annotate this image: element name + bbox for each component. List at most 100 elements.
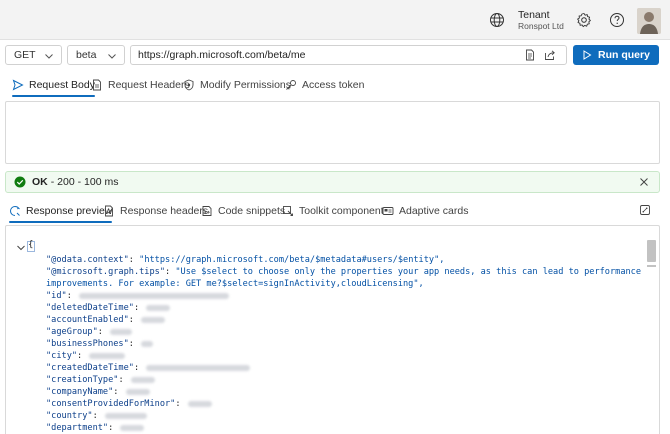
json-line: "department": [46,422,145,434]
json-key: "department" [46,423,109,433]
chevron-down-icon [45,54,53,59]
redacted-value [110,328,133,335]
json-key: "consentProvidedForMinor" [46,399,176,409]
preview-icon [9,205,20,216]
redacted-value [89,352,126,359]
tab-modify-permissions[interactable]: Modify Permissions [183,76,291,94]
check-circle-icon [14,176,26,188]
tab-label: Access token [302,79,365,91]
json-line: "businessPhones": [46,338,154,350]
play-icon [583,50,592,60]
expand-icon[interactable] [639,204,651,216]
redacted-value [187,400,212,407]
json-key: "id" [46,291,67,301]
response-preview-panel[interactable]: { "@odata.context": "https://graph.micro… [5,225,660,434]
scrollbar-thumb[interactable] [647,240,656,262]
tab-label: Request Body [29,79,95,91]
status-detail: - 200 - 100 ms [50,176,119,188]
redacted-value [146,304,171,311]
tab-code-snippets[interactable]: Code snippets [201,202,285,220]
tenant-name: Ronspot Ltd [518,21,564,31]
toolkit-icon [283,206,293,216]
json-line: "@odata.context": "https://graph.microso… [46,255,445,265]
active-tab-indicator [9,221,113,223]
tab-label: Modify Permissions [200,79,292,91]
redacted-value [104,412,147,419]
tab-adaptive-cards[interactable]: Adaptive cards [382,202,468,220]
globe-icon [490,13,504,27]
document-icon [93,79,101,91]
json-value: improvements. For example: GET me?$selec… [46,279,424,289]
method-value: GET [14,49,36,61]
tab-label: Code snippets [218,205,286,217]
json-key: "@odata.context" [46,255,129,265]
json-key: "city" [46,351,78,361]
json-line: "@microsoft.graph.tips": "Use $select to… [46,267,642,277]
json-key: "creationType" [46,375,119,385]
method-select[interactable]: GET [5,45,62,65]
tab-access-token[interactable]: Access token [285,76,364,94]
user-photo-icon [637,8,661,34]
chevron-down-icon [108,54,116,59]
shield-icon [184,79,194,91]
redacted-value [141,340,154,347]
top-bar: Tenant Ronspot Ltd [0,0,670,40]
json-key: "country" [46,411,93,421]
tab-request-headers[interactable]: Request Headers [91,76,190,94]
scrollbar-marker [647,265,656,267]
version-value: beta [76,49,97,61]
redacted-value [120,424,145,431]
tab-label: Toolkit component [299,205,384,217]
help-icon[interactable] [609,12,625,28]
redacted-value [125,388,150,395]
redacted-value [130,376,155,383]
tab-toolkit-component[interactable]: Toolkit component [282,202,384,220]
url-value: https://graph.microsoft.com/beta/me [138,49,306,61]
json-line: "creationType": [46,374,155,386]
redacted-value [146,364,251,371]
redacted-value [79,292,230,299]
version-select[interactable]: beta [67,45,125,65]
tab-label: Request Headers [108,79,190,91]
json-line: "id": [46,290,230,302]
json-line: "accountEnabled": [46,314,166,326]
tenant-switcher[interactable]: Tenant Ronspot Ltd [518,9,564,32]
gear-icon[interactable] [576,12,592,28]
code-icon [202,206,212,216]
avatar[interactable] [637,8,661,34]
json-key: "companyName" [46,387,114,397]
json-line: "consentProvidedForMinor": [46,398,212,410]
document-icon[interactable] [524,49,536,61]
json-line: improvements. For example: GET me?$selec… [46,278,424,290]
request-body-editor[interactable] [5,101,660,164]
key-icon [286,80,296,90]
json-key: "accountEnabled" [46,315,129,325]
tab-request-body[interactable]: Request Body [12,76,95,97]
tenant-title: Tenant [518,9,550,21]
json-open-brace: { [28,240,34,250]
document-icon [105,205,113,217]
json-key: "businessPhones" [46,339,129,349]
json-key: "createdDateTime" [46,363,134,373]
tab-label: Adaptive cards [399,205,469,217]
share-icon[interactable] [544,49,556,61]
tab-label: Response headers [120,205,209,217]
json-line: "country": [46,410,147,422]
redacted-value [141,316,166,323]
status-ok: OK [32,176,48,188]
json-value: "https://graph.microsoft.com/beta/$metad… [139,255,445,265]
tab-response-preview[interactable]: Response preview [9,202,113,223]
url-input[interactable]: https://graph.microsoft.com/beta/me [130,45,567,65]
close-icon[interactable] [639,177,649,187]
json-key: "ageGroup" [46,327,98,337]
json-line: "ageGroup": [46,326,133,338]
run-query-button[interactable]: Run query [573,45,659,65]
tab-label: Response preview [26,205,113,217]
active-tab-indicator [12,95,95,97]
tab-response-headers[interactable]: Response headers [103,202,208,220]
json-line: "companyName": [46,386,150,398]
json-line: "createdDateTime": [46,362,251,374]
card-icon [382,207,394,215]
chevron-down-icon[interactable] [16,243,26,253]
status-bar: OK - 200 - 100 ms [5,171,660,193]
